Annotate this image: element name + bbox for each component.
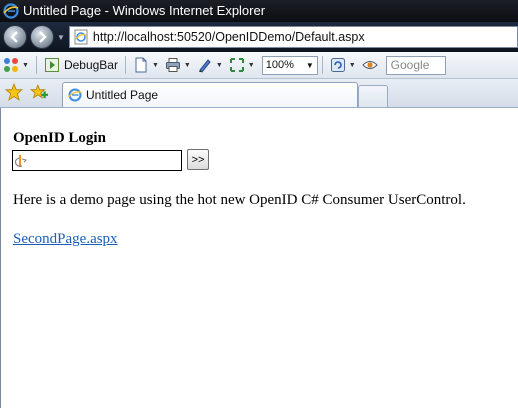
ie-page-icon [67,88,82,102]
chevron-down-icon: ▼ [348,61,356,69]
forward-arrow-icon [39,31,47,43]
page-icon [135,57,147,73]
back-arrow-icon [10,31,18,43]
expand-arrows-icon [229,58,244,72]
refresh-page-icon [330,58,345,72]
chevron-down-icon: ▼ [215,61,223,69]
chevron-down-icon: ▼ [151,61,159,69]
openid-login-title: OpenID Login [13,130,106,146]
toolbar-divider [35,56,37,74]
chevron-down-icon: ▼ [183,61,191,69]
demo-description: Here is a demo page using the hot new Op… [13,192,466,208]
chevron-down-icon: ▼ [305,60,314,70]
address-bar[interactable]: http://localhost:50520/OpenIDDemo/Defaul… [68,26,518,48]
tools-button[interactable]: ▼ [194,54,226,76]
tab-bar: Untitled Page [0,79,518,108]
debugbar-button[interactable]: DebugBar [41,54,121,76]
add-favorites-button[interactable] [28,81,50,103]
window-title: Untitled Page - Windows Internet Explore… [23,3,266,18]
eye-icon [361,61,378,69]
translate-button[interactable]: ▼ [327,54,359,76]
star-icon [5,83,23,101]
zoom-select[interactable]: 100% ▼ [261,55,318,75]
command-toolbar: ▼ DebugBar ▼ ▼ ▼ ▼ 100% ▼ ▼ Google [0,52,518,79]
favorites-button[interactable] [3,81,25,103]
page-content: OpenID Login >> Here is a demo page usin… [0,108,518,408]
second-page-link[interactable]: SecondPage.aspx [13,231,118,248]
add-favorite-icon [30,84,48,99]
chevron-down-icon: ▼ [22,61,29,69]
toolbar-divider [124,56,126,74]
forward-button[interactable] [30,25,54,49]
ie-logo-icon [3,3,19,19]
pen-tool-icon [198,59,211,73]
debugbar-label: DebugBar [63,58,118,72]
window-title-bar: Untitled Page - Windows Internet Explore… [0,0,518,22]
openid-login-button[interactable]: >> [187,149,209,170]
fullscreen-button[interactable]: ▼ [226,54,258,76]
apps-menu-button[interactable]: ▼ [0,54,32,76]
debugbar-icon [44,58,59,72]
toolbar-divider [321,56,323,74]
view-button[interactable] [359,54,381,76]
search-box[interactable]: Google [385,55,446,75]
print-icon [165,58,180,72]
ie-page-icon [74,29,88,45]
print-button[interactable]: ▼ [162,54,194,76]
tab-label: Untitled Page [86,88,159,102]
tab-untitled-page[interactable]: Untitled Page [62,82,358,107]
new-tab-button[interactable] [358,85,388,107]
history-dropdown-icon[interactable]: ▼ [57,33,65,42]
openid-input[interactable] [12,150,182,171]
apps-grid-icon [4,58,18,72]
openid-logo-icon [14,155,27,167]
navigation-bar: ▼ http://localhost:50520/OpenIDDemo/Defa… [0,22,518,52]
chevron-down-icon: ▼ [247,61,255,69]
zoom-value: 100% [265,59,294,71]
page-menu-button[interactable]: ▼ [130,54,162,76]
address-url: http://localhost:50520/OpenIDDemo/Defaul… [92,30,365,44]
back-button[interactable] [3,25,27,49]
